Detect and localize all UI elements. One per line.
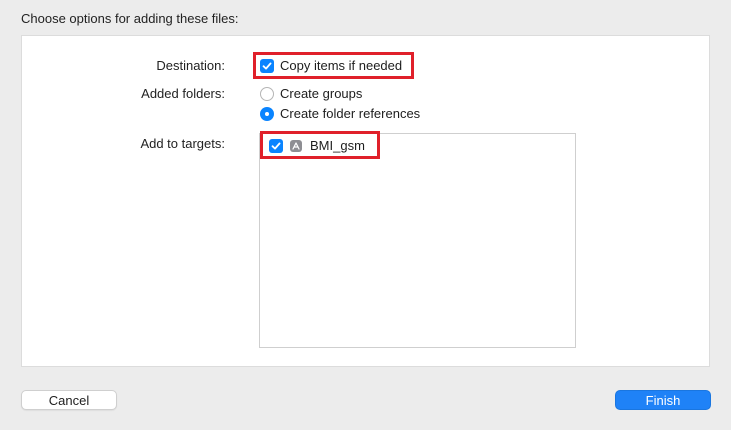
destination-label: Destination:: [156, 58, 225, 73]
add-files-dialog: Choose options for adding these files: D…: [0, 0, 731, 430]
target-highlight: [260, 131, 380, 159]
create-folder-references-option[interactable]: Create folder references: [260, 106, 420, 121]
create-groups-option[interactable]: Create groups: [260, 86, 362, 101]
finish-button[interactable]: Finish: [615, 390, 711, 410]
create-groups-label: Create groups: [280, 86, 363, 101]
options-panel: Destination: Copy items if needed Added …: [21, 35, 710, 367]
copy-items-highlight: [253, 52, 414, 79]
create-folder-references-radio[interactable]: [260, 106, 274, 121]
create-folder-references-label: Create folder references: [280, 106, 421, 121]
targets-list[interactable]: BMI_gsm: [259, 133, 576, 348]
targets-label: Add to targets:: [140, 136, 225, 151]
cancel-button[interactable]: Cancel: [21, 390, 117, 410]
dialog-title: Choose options for adding these files:: [21, 11, 239, 26]
create-groups-radio[interactable]: [260, 86, 274, 101]
added-folders-label: Added folders:: [141, 86, 225, 101]
